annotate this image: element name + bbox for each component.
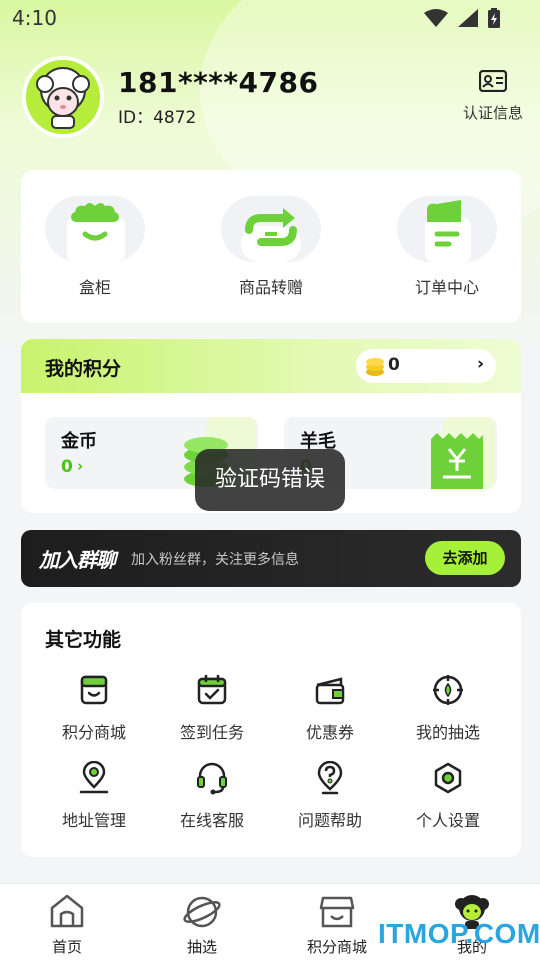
func-label: 签到任务 xyxy=(179,723,244,742)
yuan-ticket-icon xyxy=(431,417,495,489)
certification-label: 认证信息 xyxy=(462,104,523,122)
location-pin-icon xyxy=(79,760,109,794)
quick-action-gift-transfer[interactable]: 商品转赠 xyxy=(221,196,321,298)
nav-draw[interactable]: 抽选 xyxy=(157,892,247,957)
func-address[interactable]: 地址管理 xyxy=(44,760,144,831)
store-icon xyxy=(319,896,355,928)
order-center-icon xyxy=(425,200,471,262)
error-toast: 验证码错误 xyxy=(195,449,345,511)
gold-coin-value: 0 xyxy=(61,457,73,477)
func-label: 在线客服 xyxy=(179,811,244,830)
status-bar: 4:10 xyxy=(0,0,540,36)
my-draw-icon xyxy=(433,675,463,705)
func-my-draw[interactable]: 我的抽选 xyxy=(398,673,498,743)
planet-icon xyxy=(183,896,221,928)
func-customer-service[interactable]: 在线客服 xyxy=(162,761,262,831)
nav-label: 首页 xyxy=(51,938,82,956)
chevron-right-icon: › xyxy=(77,457,84,475)
gift-transfer-icon xyxy=(241,208,301,262)
gold-coin-title: 金币 xyxy=(61,431,97,452)
points-mall-icon xyxy=(80,675,108,705)
sheep-avatar-icon xyxy=(26,60,100,134)
avatar[interactable] xyxy=(22,56,104,138)
coupon-wallet-icon xyxy=(315,677,345,705)
nav-label: 积分商城 xyxy=(306,938,367,956)
user-id: ID：4872 xyxy=(118,108,197,128)
battery-icon xyxy=(488,8,500,28)
status-time: 4:10 xyxy=(12,6,57,30)
func-help[interactable]: 问题帮助 xyxy=(280,760,380,831)
points-header: 我的积分 0 › xyxy=(21,339,521,393)
nav-label: 抽选 xyxy=(186,938,217,956)
quick-action-order-center[interactable]: 订单中心 xyxy=(397,196,497,298)
func-label: 问题帮助 xyxy=(297,811,362,830)
func-personal-settings[interactable]: 个人设置 xyxy=(398,761,498,831)
quick-action-label: 盒柜 xyxy=(78,278,111,297)
func-label: 积分商城 xyxy=(61,723,126,742)
func-label: 地址管理 xyxy=(61,811,126,830)
headset-icon xyxy=(197,762,227,795)
nav-home[interactable]: 首页 xyxy=(22,892,112,957)
other-functions-card: 其它功能 积分商城 签到任务 优惠券 我的抽选 地址管理 在线客服 问题帮助 个… xyxy=(21,603,521,857)
quick-action-label: 订单中心 xyxy=(414,278,479,297)
coin-stack-small-icon xyxy=(366,358,384,376)
func-label: 优惠券 xyxy=(305,723,354,742)
question-pin-icon xyxy=(317,760,343,795)
chevron-right-icon: › xyxy=(476,354,484,374)
func-label: 我的抽选 xyxy=(415,723,480,742)
box-cabinet-icon xyxy=(67,203,125,262)
group-title: 加入群聊 xyxy=(39,548,116,572)
quick-action-label: 商品转赠 xyxy=(238,278,303,297)
wifi-icon xyxy=(424,9,448,27)
group-description: 加入粉丝群，关注更多信息 xyxy=(131,552,299,568)
other-functions-title: 其它功能 xyxy=(45,629,122,651)
signal-icon xyxy=(458,9,478,27)
func-coupon[interactable]: 优惠券 xyxy=(280,673,380,743)
watermark: ITMOP.COM xyxy=(378,918,540,949)
quick-action-box-cabinet[interactable]: 盒柜 xyxy=(45,196,145,298)
points-total: 0 xyxy=(388,355,400,375)
id-card-icon xyxy=(478,69,508,93)
add-group-button[interactable]: 去添加 xyxy=(425,541,505,575)
join-group-banner[interactable]: 加入群聊 加入粉丝群，关注更多信息 去添加 xyxy=(21,530,521,587)
nav-points-mall[interactable]: 积分商城 xyxy=(292,892,382,957)
certification-button[interactable]: 认证信息 xyxy=(458,69,528,123)
settings-hex-icon xyxy=(434,762,462,794)
user-phone: 181****4786 xyxy=(118,66,319,99)
quick-actions-card: 盒柜 商品转赠 订单中心 xyxy=(21,170,521,323)
checkin-calendar-icon xyxy=(197,675,227,705)
func-points-mall[interactable]: 积分商城 xyxy=(44,673,144,743)
func-checkin-task[interactable]: 签到任务 xyxy=(162,673,262,743)
points-total-button[interactable]: 0 › xyxy=(356,349,496,383)
home-icon xyxy=(50,894,84,928)
points-title: 我的积分 xyxy=(45,358,122,380)
func-label: 个人设置 xyxy=(415,811,480,830)
